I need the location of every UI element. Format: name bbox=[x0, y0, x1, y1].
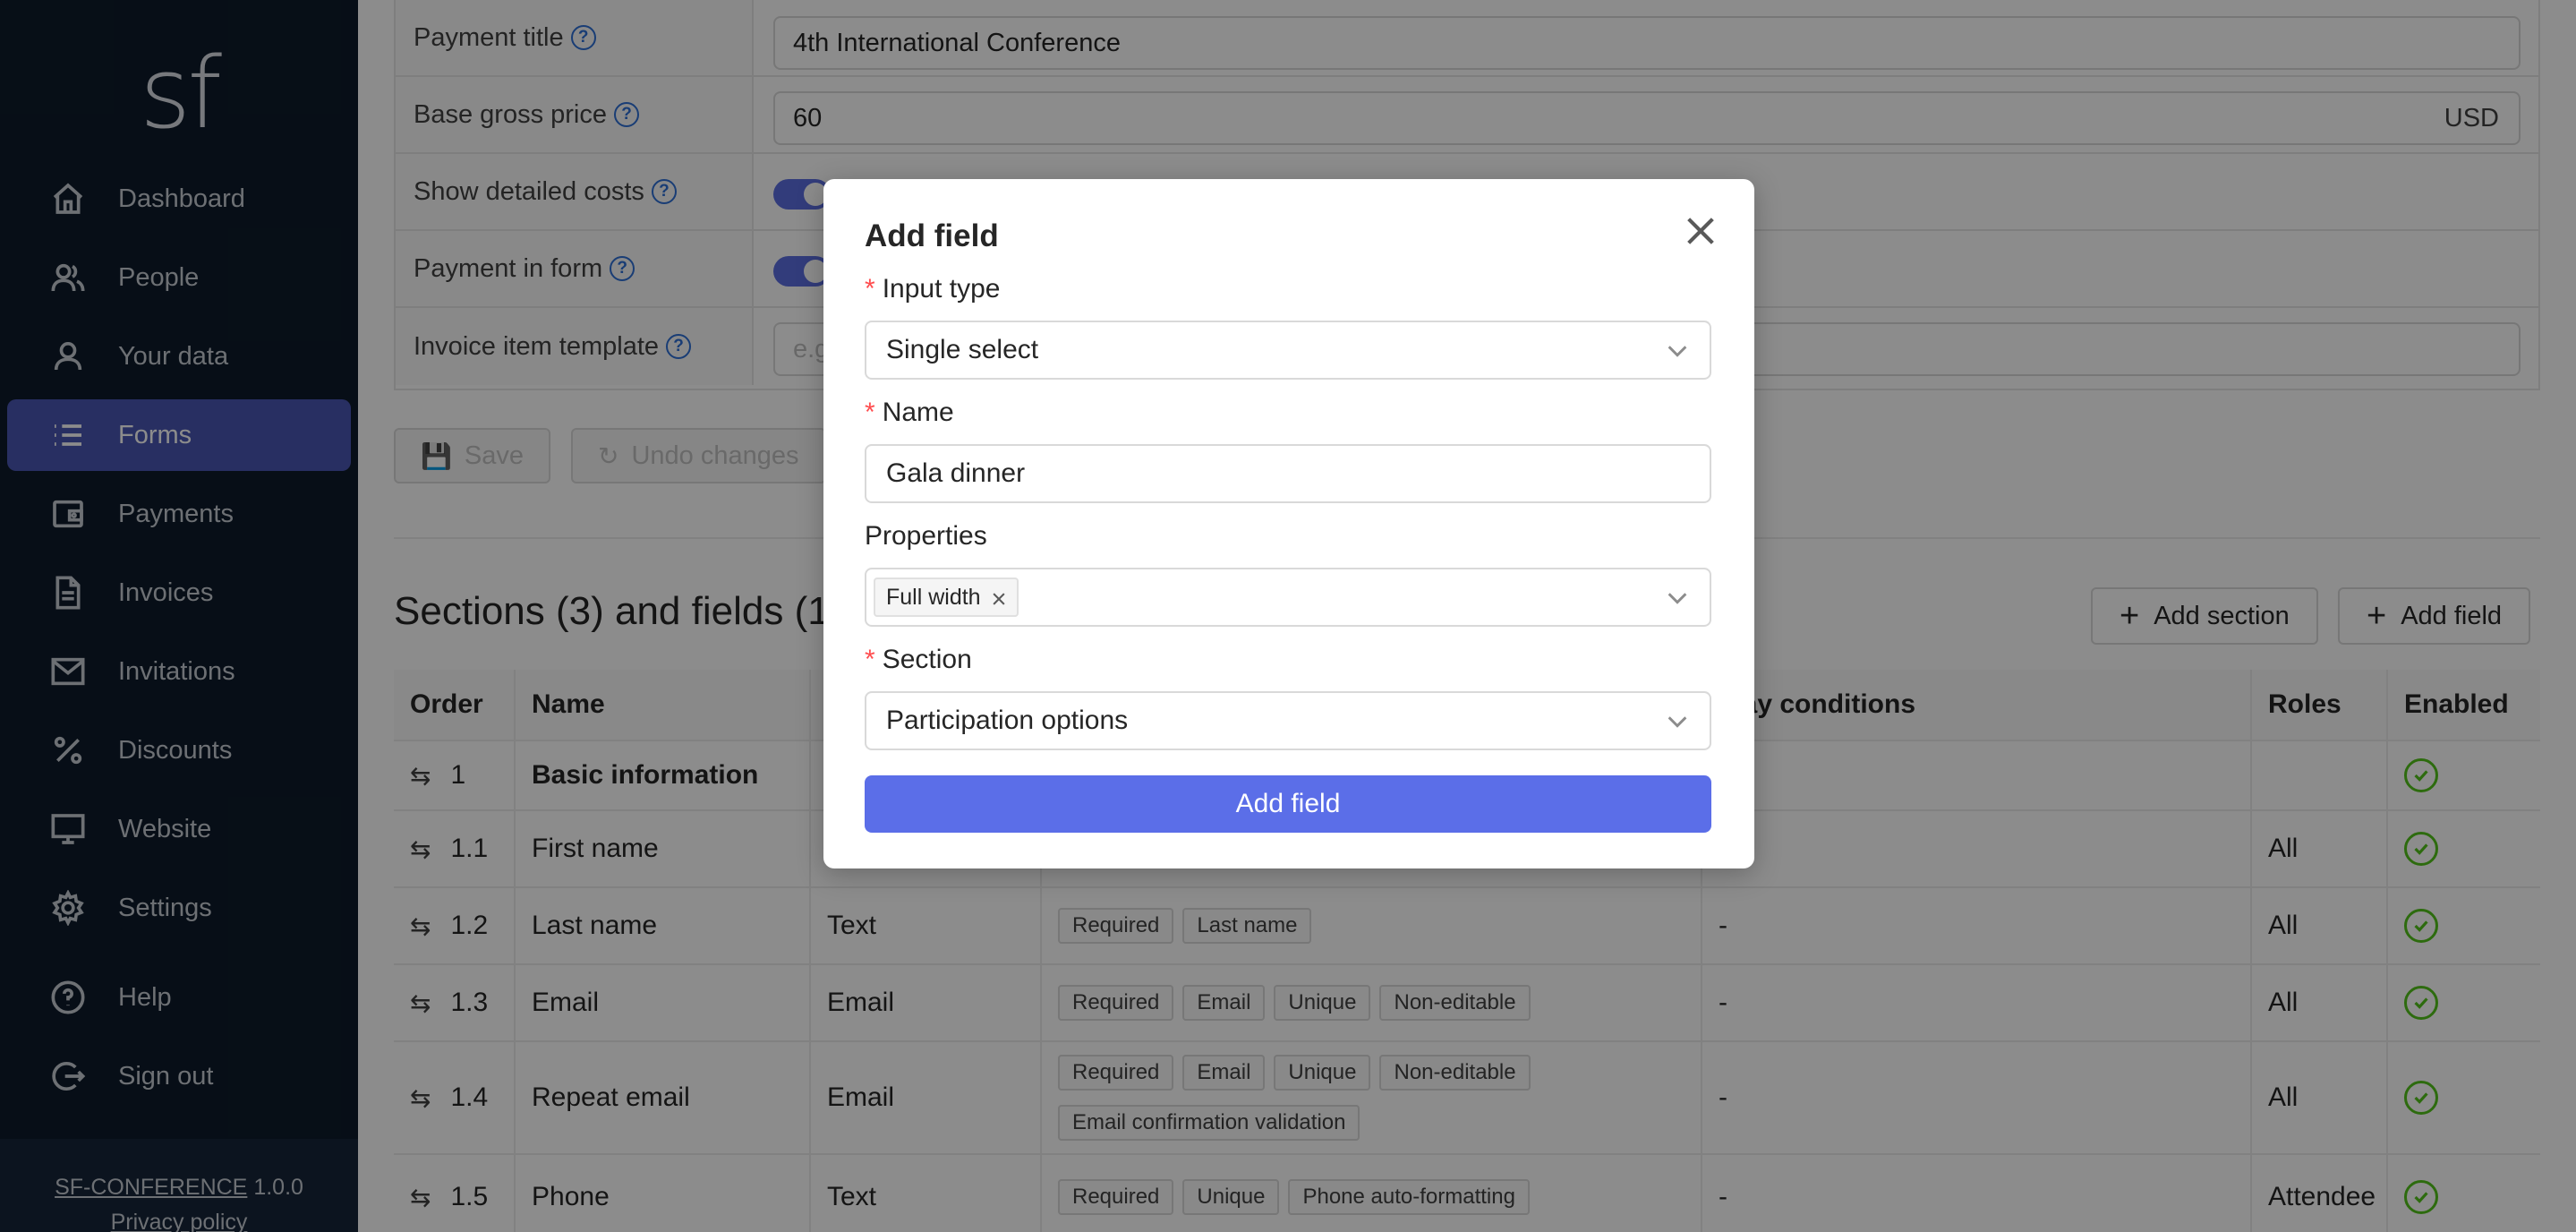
dialog-title: Add field bbox=[865, 218, 999, 253]
chevron-down-icon bbox=[1665, 709, 1690, 734]
input-type-value: Single select bbox=[886, 335, 1039, 364]
name-input[interactable]: Gala dinner bbox=[865, 444, 1711, 503]
chevron-down-icon bbox=[1665, 338, 1690, 364]
close-icon[interactable] bbox=[990, 588, 1008, 606]
properties-select[interactable]: Full width bbox=[865, 568, 1711, 627]
section-select[interactable]: Participation options bbox=[865, 691, 1711, 750]
name-label: * Name bbox=[865, 398, 954, 427]
add-field-dialog: Add field * Input type Single select * Nam… bbox=[823, 179, 1754, 868]
close-icon[interactable] bbox=[1683, 213, 1719, 249]
section-label: * Section bbox=[865, 645, 972, 674]
chevron-down-icon bbox=[1665, 586, 1690, 611]
property-tag: Full width bbox=[874, 578, 1019, 617]
properties-label: Properties bbox=[865, 521, 987, 551]
section-value: Participation options bbox=[886, 706, 1129, 735]
input-type-select[interactable]: Single select bbox=[865, 321, 1711, 380]
add-field-submit-button[interactable]: Add field bbox=[865, 775, 1711, 833]
input-type-label: * Input type bbox=[865, 274, 1001, 304]
